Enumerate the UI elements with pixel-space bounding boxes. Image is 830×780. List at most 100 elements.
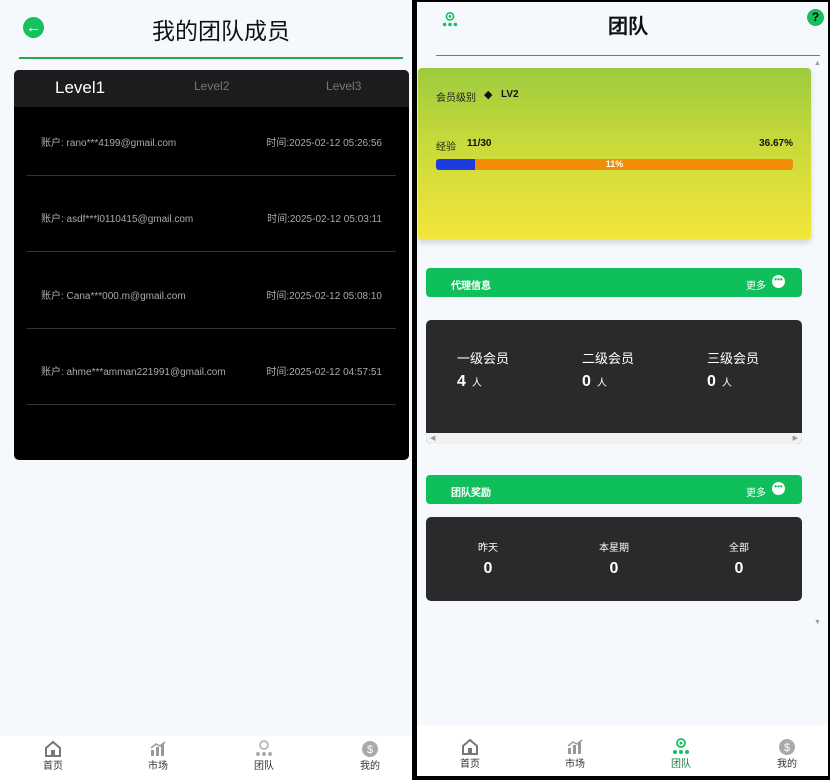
tab-label: 我的: [777, 759, 797, 770]
home-icon: [45, 740, 61, 757]
tab-label: 首页: [43, 761, 63, 772]
scroll-left-icon[interactable]: ◀: [430, 434, 435, 442]
tab-profile[interactable]: $ 我的: [762, 737, 812, 770]
member-time: 时间:2025-02-12 04:57:51: [266, 367, 382, 378]
member-time: 时间:2025-02-12 05:26:56: [266, 138, 382, 149]
diamond-icon: ◆: [484, 89, 493, 101]
agent-level-count: 4人: [457, 373, 509, 391]
count-unit: 人: [596, 378, 607, 389]
title-divider: [19, 57, 403, 59]
count-unit: 人: [471, 378, 482, 389]
reward-yesterday: 昨天 0: [443, 539, 533, 578]
agent-level-2: 二级会员 0人: [582, 348, 634, 391]
member-list-card: Level1 Level2 Level3 账户: rano***4199@gma…: [14, 70, 409, 460]
home-icon: [462, 738, 478, 755]
member-row[interactable]: 账户: rano***4199@gmail.com 时间:2025-02-12 …: [27, 99, 396, 176]
bottom-tabbar: 首页 市场 团队 $ 我的: [417, 725, 828, 776]
agent-level-count: 0人: [582, 373, 634, 391]
horizontal-scrollbar[interactable]: ◀ ▶: [426, 433, 802, 444]
member-account: 账户: Cana***000.m@gmail.com: [41, 291, 186, 302]
market-icon: [567, 739, 583, 754]
agent-info-header[interactable]: 代理信息 更多 •••: [426, 268, 802, 297]
svg-text:$: $: [367, 744, 373, 756]
tab-label: 市场: [148, 761, 168, 772]
tab-market[interactable]: 市场: [550, 737, 600, 770]
reward-value: 0: [734, 560, 744, 577]
tab-level2[interactable]: Level2: [194, 79, 229, 93]
member-time: 时间:2025-02-12 05:08:10: [266, 291, 382, 302]
reward-stats-card: 昨天 0 本星期 0 全部 0: [426, 517, 802, 601]
member-row[interactable]: 账户: Cana***000.m@gmail.com 时间:2025-02-12…: [27, 252, 396, 329]
team-screen: 团队 ? ▲ ▼ 会员级别 ◆ LV2 经验 11/30 36.67% 11% …: [417, 2, 828, 776]
exp-progress-bar: 11%: [436, 159, 793, 170]
agent-level-3: 三级会员 0人: [707, 348, 759, 391]
count-number: 0: [707, 373, 716, 390]
count-unit: 人: [721, 378, 732, 389]
page-title: 团队: [608, 16, 648, 38]
reward-all: 全部 0: [694, 539, 784, 578]
reward-label: 昨天: [478, 543, 498, 554]
more-dots-icon[interactable]: •••: [772, 275, 785, 288]
page-title: 我的团队成员: [152, 18, 290, 44]
more-link[interactable]: 更多: [746, 277, 766, 292]
agent-level-1: 一级会员 4人: [457, 348, 509, 391]
tab-market[interactable]: 市场: [133, 739, 183, 772]
exp-value: 11/30: [467, 138, 492, 149]
title-divider: [436, 55, 820, 56]
agent-stats-card: 一级会员 4人 二级会员 0人 三级会员 0人 ◀ ▶: [426, 320, 802, 444]
member-time: 时间:2025-02-12 05:03:11: [267, 214, 382, 225]
profile-icon: $: [362, 741, 378, 757]
reward-value: 0: [609, 560, 619, 577]
tab-label: 团队: [671, 759, 691, 770]
tab-level3[interactable]: Level3: [326, 79, 361, 93]
help-icon[interactable]: ?: [807, 9, 824, 26]
member-account: 账户: rano***4199@gmail.com: [41, 138, 177, 149]
member-row[interactable]: 账户: asdf***l0110415@gmail.com 时间:2025-02…: [27, 175, 396, 252]
section-title: 代理信息: [451, 281, 491, 292]
tab-level1[interactable]: Level1: [55, 78, 105, 98]
tab-home[interactable]: 首页: [445, 737, 495, 770]
svg-text:$: $: [784, 742, 790, 754]
tab-label: 首页: [460, 759, 480, 770]
team-icon: [673, 738, 689, 754]
count-number: 0: [582, 373, 591, 390]
team-icon: [256, 740, 272, 756]
tab-team[interactable]: 团队: [656, 737, 706, 770]
more-link[interactable]: 更多: [746, 484, 766, 499]
vertical-scrollbar[interactable]: ▲ ▼: [812, 58, 822, 628]
market-icon: [150, 741, 166, 756]
scroll-down-icon[interactable]: ▼: [814, 619, 821, 626]
tab-label: 团队: [254, 761, 274, 772]
reward-value: 0: [483, 560, 493, 577]
bottom-tabbar: 首页 市场 团队 $ 我的: [0, 736, 412, 780]
team-reward-header[interactable]: 团队奖励 更多 •••: [426, 475, 802, 504]
team-members-screen: ← 我的团队成员 Level1 Level2 Level3 账户: rano**…: [0, 0, 412, 780]
count-number: 4: [457, 373, 466, 390]
progress-text: 11%: [605, 159, 624, 169]
exp-percent: 36.67%: [759, 138, 793, 149]
agent-level-label: 一级会员: [457, 351, 510, 366]
tab-label: 我的: [360, 761, 380, 772]
member-level-card: 会员级别 ◆ LV2 经验 11/30 36.67% 11%: [418, 68, 811, 240]
member-account: 账户: ahme***amman221991@gmail.com: [41, 367, 226, 378]
tab-profile[interactable]: $ 我的: [345, 739, 395, 772]
member-level-value: LV2: [501, 89, 519, 100]
agent-level-count: 0人: [707, 373, 759, 391]
tab-home[interactable]: 首页: [28, 739, 78, 772]
more-dots-icon[interactable]: •••: [772, 482, 785, 495]
profile-icon: $: [779, 739, 795, 755]
member-row[interactable]: 账户: ahme***amman221991@gmail.com 时间:2025…: [27, 328, 396, 405]
member-account: 账户: asdf***l0110415@gmail.com: [41, 214, 194, 225]
section-title: 团队奖励: [451, 488, 491, 499]
exp-label: 经验: [436, 142, 456, 153]
tab-label: 市场: [565, 759, 585, 770]
reward-label: 全部: [729, 543, 749, 554]
member-level-label: 会员级别: [436, 93, 476, 104]
reward-label: 本星期: [599, 543, 629, 554]
scroll-right-icon[interactable]: ▶: [793, 434, 798, 442]
agent-level-label: 二级会员: [582, 351, 635, 366]
reward-week: 本星期 0: [569, 539, 659, 578]
scroll-up-icon[interactable]: ▲: [814, 60, 821, 67]
tab-team[interactable]: 团队: [239, 739, 289, 772]
agent-level-label: 三级会员: [707, 351, 760, 366]
